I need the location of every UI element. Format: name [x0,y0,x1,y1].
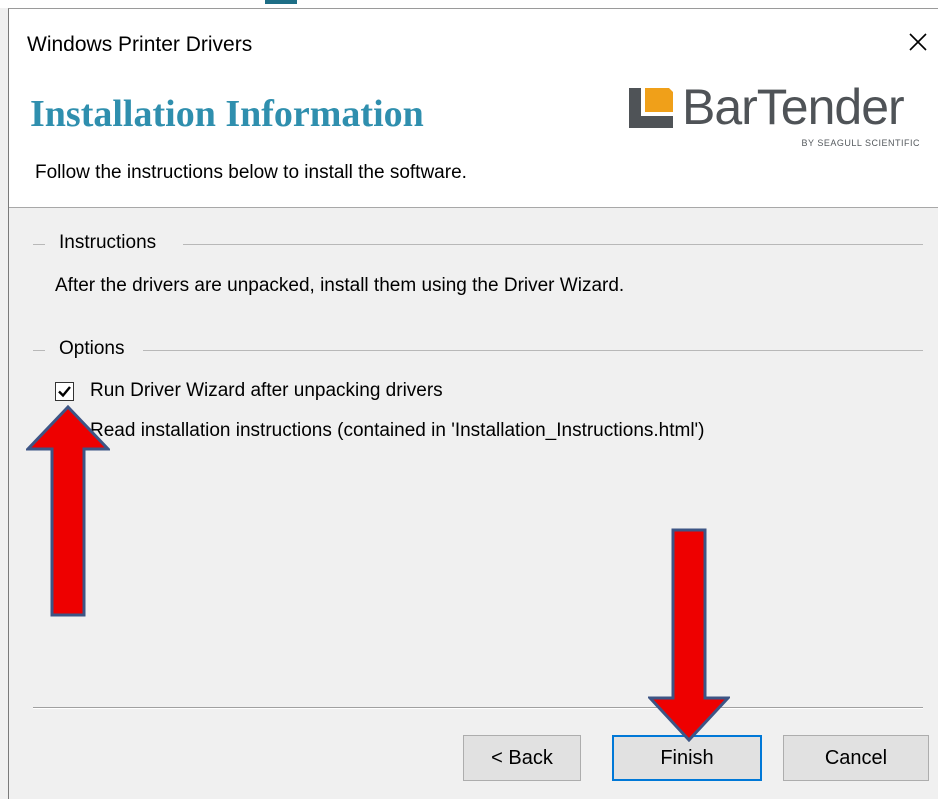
background-strip [0,0,938,8]
instructions-group: Instructions [33,232,923,254]
background-accent [265,0,297,4]
page-title: Installation Information [30,93,424,135]
read-instructions-label: Read installation instructions (containe… [90,420,705,441]
read-instructions-option[interactable]: Read installation instructions (containe… [55,418,705,444]
footer-separator [33,707,923,709]
instructions-legend: Instructions [59,232,165,254]
annotation-arrow-up-icon [26,405,110,617]
annotation-arrow-down-icon [648,528,730,742]
installer-window: Windows Printer Drivers Installation Inf… [8,8,938,799]
run-driver-wizard-option[interactable]: Run Driver Wizard after unpacking driver… [55,378,443,404]
bartender-logo: BarTender BY SEAGULL SCIENTIFIC [629,79,934,152]
bartender-logo-mark-icon [629,88,673,128]
options-legend: Options [59,338,133,360]
close-button[interactable] [898,23,938,61]
title-bar: Windows Printer Drivers [9,9,938,70]
window-title: Windows Printer Drivers [27,33,253,56]
options-group: Options [33,338,923,360]
logo-wordmark: BarTender [682,79,905,135]
page-subtitle: Follow the instructions below to install… [35,162,467,183]
cancel-button[interactable]: Cancel [783,735,929,781]
wizard-header: Installation Information Follow the inst… [9,70,938,208]
close-icon [909,33,927,51]
run-driver-wizard-checkbox[interactable] [55,381,74,401]
logo-tagline: BY SEAGULL SCIENTIFIC [801,138,920,148]
checkmark-icon [58,385,71,397]
back-button[interactable]: < Back [463,735,581,781]
run-driver-wizard-label: Run Driver Wizard after unpacking driver… [90,380,443,401]
instructions-text: After the drivers are unpacked, install … [55,275,625,296]
